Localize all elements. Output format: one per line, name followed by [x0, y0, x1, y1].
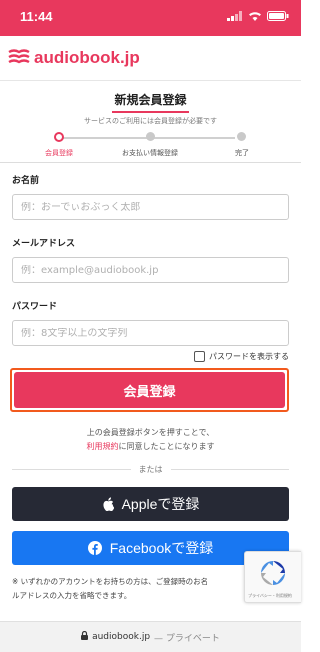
or-line-right [170, 469, 289, 470]
registration-form: 新規会員登録 サービスのご利用には会員登録が必要です 会員登録 お支払い情報登録… [0, 91, 301, 603]
submit-highlight: 会員登録 [10, 368, 289, 412]
lock-icon [81, 630, 89, 643]
email-label: メールアドレス [12, 239, 76, 249]
name-field-box [12, 194, 289, 220]
agreement-line-2-rest: に同意したことになります [118, 442, 215, 451]
register-button[interactable]: 会員登録 [14, 372, 285, 408]
agreement-line-1: 上の会員登録ボタンを押すことで、 [86, 428, 215, 437]
or-text: または [138, 465, 163, 474]
facebook-signup-label: Facebookで登録 [109, 540, 214, 556]
recaptcha-icon [261, 561, 285, 585]
password-label: パスワード [12, 302, 58, 312]
battery-icon [267, 11, 289, 21]
email-field-box [12, 257, 289, 283]
status-bar: 11:44 [0, 0, 301, 36]
show-password-checkbox[interactable] [194, 351, 205, 362]
private-mode-label: — プライベート [154, 633, 220, 644]
audiobook-logo-icon [8, 49, 30, 64]
show-password-toggle[interactable]: パスワードを表示する [12, 351, 289, 362]
name-label: お名前 [12, 176, 40, 186]
apple-signup-label: Appleで登録 [121, 496, 200, 512]
status-time: 11:44 [20, 9, 53, 24]
site-header: audiobook.jp [0, 36, 301, 81]
progress-steps: 会員登録 お支払い情報登録 完了 [12, 132, 289, 162]
url-domain: audiobook.jp [92, 632, 151, 642]
email-input[interactable] [21, 264, 280, 276]
wifi-icon [249, 12, 261, 21]
password-field-box [12, 320, 289, 346]
divider [0, 162, 301, 163]
terms-link[interactable]: 利用規約 [87, 442, 119, 451]
step-dot-complete [237, 132, 246, 141]
agreement-text: 上の会員登録ボタンを押すことで、 利用規約に同意したことになります [12, 426, 289, 454]
recaptcha-label: プライバシー・利用規約 [248, 593, 292, 598]
apple-signup-button[interactable]: Appleで登録 [12, 487, 289, 521]
signal-icon [227, 11, 242, 21]
or-divider: または [12, 464, 289, 475]
password-input[interactable] [21, 327, 280, 339]
logo-text[interactable]: audiobook.jp [34, 48, 140, 68]
agreement-line-2: 利用規約に同意したことになります [12, 440, 289, 454]
apple-icon [102, 497, 114, 511]
page-title-text: 新規会員登録 [112, 91, 189, 113]
show-password-label: パスワードを表示する [209, 352, 289, 361]
page-subtitle: サービスのご利用には会員登録が必要です [84, 117, 217, 125]
step-dot-payment [146, 132, 155, 141]
browser-url-bar[interactable]: audiobook.jp — プライベート [0, 621, 301, 652]
page-title: 新規会員登録 [12, 91, 289, 113]
or-line-left [12, 469, 131, 470]
step-dot-register [54, 132, 64, 142]
name-input[interactable] [21, 201, 280, 213]
step-label-payment: お支払い情報登録 [122, 149, 178, 157]
status-icons [227, 11, 289, 21]
facebook-icon [87, 541, 102, 555]
step-label-register: 会員登録 [45, 149, 73, 157]
recaptcha-badge[interactable]: プライバシー・利用規約 [244, 551, 301, 603]
step-label-complete: 完了 [235, 149, 249, 157]
